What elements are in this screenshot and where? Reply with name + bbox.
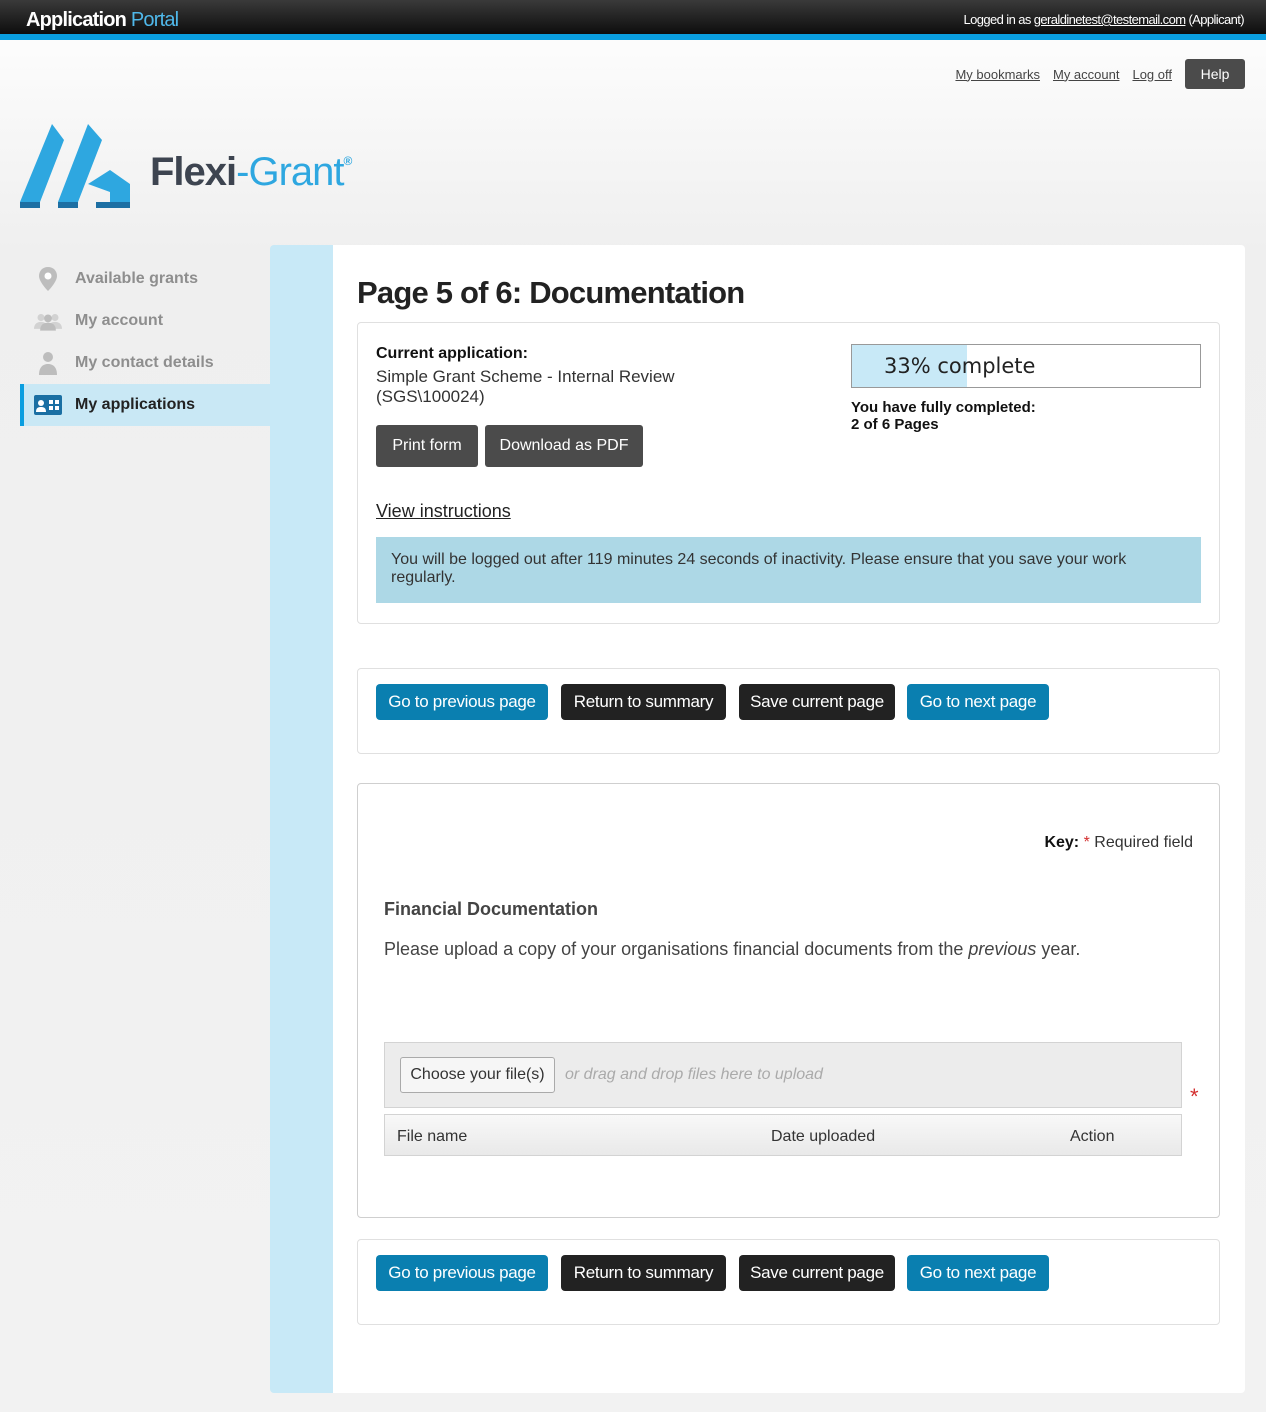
column-file-name: File name — [397, 1128, 468, 1145]
timeout-notice: You will be logged out after 119 minutes… — [376, 537, 1201, 603]
required-star-icon: * — [1083, 834, 1090, 851]
portal-title[interactable]: Application Portal — [20, 0, 185, 40]
user-role: (Applicant) — [1188, 12, 1244, 27]
portal-title-light: Portal — [130, 9, 179, 31]
column-date-uploaded: Date uploaded — [771, 1128, 876, 1145]
progress-text: 33% complete — [884, 354, 1036, 378]
logo-flexi: Flexi — [150, 150, 237, 194]
completed-label: You have fully completed: — [851, 399, 1036, 416]
person-icon — [34, 351, 62, 375]
sidebar-item-my-contact-details[interactable]: My contact details — [20, 342, 270, 384]
page-title: Page 5 of 6: Documentation — [357, 275, 745, 310]
application-info-panel: Current application: Simple Grant Scheme… — [357, 322, 1220, 624]
sidebar-item-available-grants[interactable]: Available grants — [20, 258, 270, 300]
go-to-previous-page-button[interactable]: Go to previous page — [376, 1255, 548, 1291]
portal-title-bold: Application — [26, 9, 127, 31]
main-content: Page 5 of 6: Documentation Current appli… — [333, 245, 1245, 1393]
top-links: My bookmarks My account Log off Help — [955, 59, 1245, 89]
uploaded-files-table-header: File name Date uploaded Action — [384, 1114, 1182, 1156]
column-action: Action — [1070, 1128, 1115, 1145]
go-to-next-page-button[interactable]: Go to next page — [907, 1255, 1049, 1291]
sidebar-item-label: My applications — [75, 396, 196, 413]
current-application-name: Simple Grant Scheme - Internal Review (S… — [376, 367, 736, 407]
documentation-form-panel: Key: * Required field Financial Document… — [357, 783, 1220, 1218]
choose-files-button[interactable]: Choose your file(s) — [400, 1057, 555, 1093]
users-icon — [34, 309, 62, 333]
application-name: Simple Grant Scheme - Internal Review — [376, 367, 675, 386]
help-button[interactable]: Help — [1185, 59, 1245, 89]
my-bookmarks-link[interactable]: My bookmarks — [955, 67, 1040, 82]
sidebar-item-my-applications[interactable]: My applications — [20, 384, 270, 426]
desc-text-after: year. — [1036, 939, 1081, 959]
page-navigation-top: Go to previous page Return to summary Sa… — [357, 668, 1220, 754]
completed-pages-info: You have fully completed: 2 of 6 Pages — [851, 399, 1036, 433]
required-field-text: Required field — [1094, 834, 1193, 851]
page-navigation-bottom: Go to previous page Return to summary Sa… — [357, 1239, 1220, 1325]
file-upload-dropzone[interactable]: Choose your file(s) or drag and drop fil… — [384, 1042, 1182, 1108]
user-email-link[interactable]: geraldinetest@testemail.com — [1034, 12, 1186, 27]
download-pdf-button[interactable]: Download as PDF — [485, 425, 643, 467]
logged-in-prefix: Logged in as — [963, 12, 1032, 27]
my-account-link[interactable]: My account — [1053, 67, 1119, 82]
progress-bar: 33% complete — [851, 344, 1201, 388]
completed-count: 2 of 6 Pages — [851, 416, 939, 433]
sidebar-item-label: Available grants — [75, 270, 199, 287]
application-ref: (SGS\100024) — [376, 387, 485, 406]
map-pin-icon — [34, 267, 62, 291]
current-application-label: Current application: — [376, 345, 529, 362]
print-form-button[interactable]: Print form — [376, 425, 478, 467]
save-current-page-button[interactable]: Save current page — [739, 684, 895, 720]
section-heading: Financial Documentation — [384, 899, 599, 919]
sidebar-item-label: My contact details — [75, 354, 214, 371]
desc-text-italic: previous — [968, 939, 1037, 959]
required-key: Key: * Required field — [1044, 834, 1193, 852]
return-to-summary-button[interactable]: Return to summary — [561, 1255, 726, 1291]
sidebar-item-label: My account — [75, 312, 164, 329]
view-instructions-link[interactable]: View instructions — [376, 501, 511, 522]
return-to-summary-button[interactable]: Return to summary — [561, 684, 726, 720]
desc-text-before: Please upload a copy of your organisatio… — [384, 939, 969, 959]
logo-text: Flexi-Grant® — [150, 150, 353, 195]
content-side-strip — [270, 245, 333, 1393]
logo-grant: -Grant — [236, 150, 344, 194]
log-off-link[interactable]: Log off — [1132, 67, 1172, 82]
logged-in-info: Logged in as geraldinetest@testemail.com… — [963, 0, 1245, 40]
top-bar: Application Portal Logged in as geraldin… — [0, 0, 1266, 40]
section-description: Please upload a copy of your organisatio… — [384, 939, 1080, 960]
logo-reg: ® — [343, 154, 353, 168]
required-star-icon: * — [1190, 1084, 1199, 1109]
key-label: Key: — [1044, 834, 1080, 851]
sidebar-item-my-account[interactable]: My account — [20, 300, 270, 342]
sidebar-nav: Available grants My account My contact d… — [20, 258, 270, 426]
go-to-next-page-button[interactable]: Go to next page — [907, 684, 1049, 720]
flexi-grant-logo-mark-icon — [20, 124, 130, 208]
flexi-grant-logo[interactable]: Flexi-Grant® — [20, 122, 380, 212]
id-card-icon — [34, 393, 62, 417]
drag-drop-hint: or drag and drop files here to upload — [565, 1066, 823, 1083]
save-current-page-button[interactable]: Save current page — [739, 1255, 895, 1291]
go-to-previous-page-button[interactable]: Go to previous page — [376, 684, 548, 720]
